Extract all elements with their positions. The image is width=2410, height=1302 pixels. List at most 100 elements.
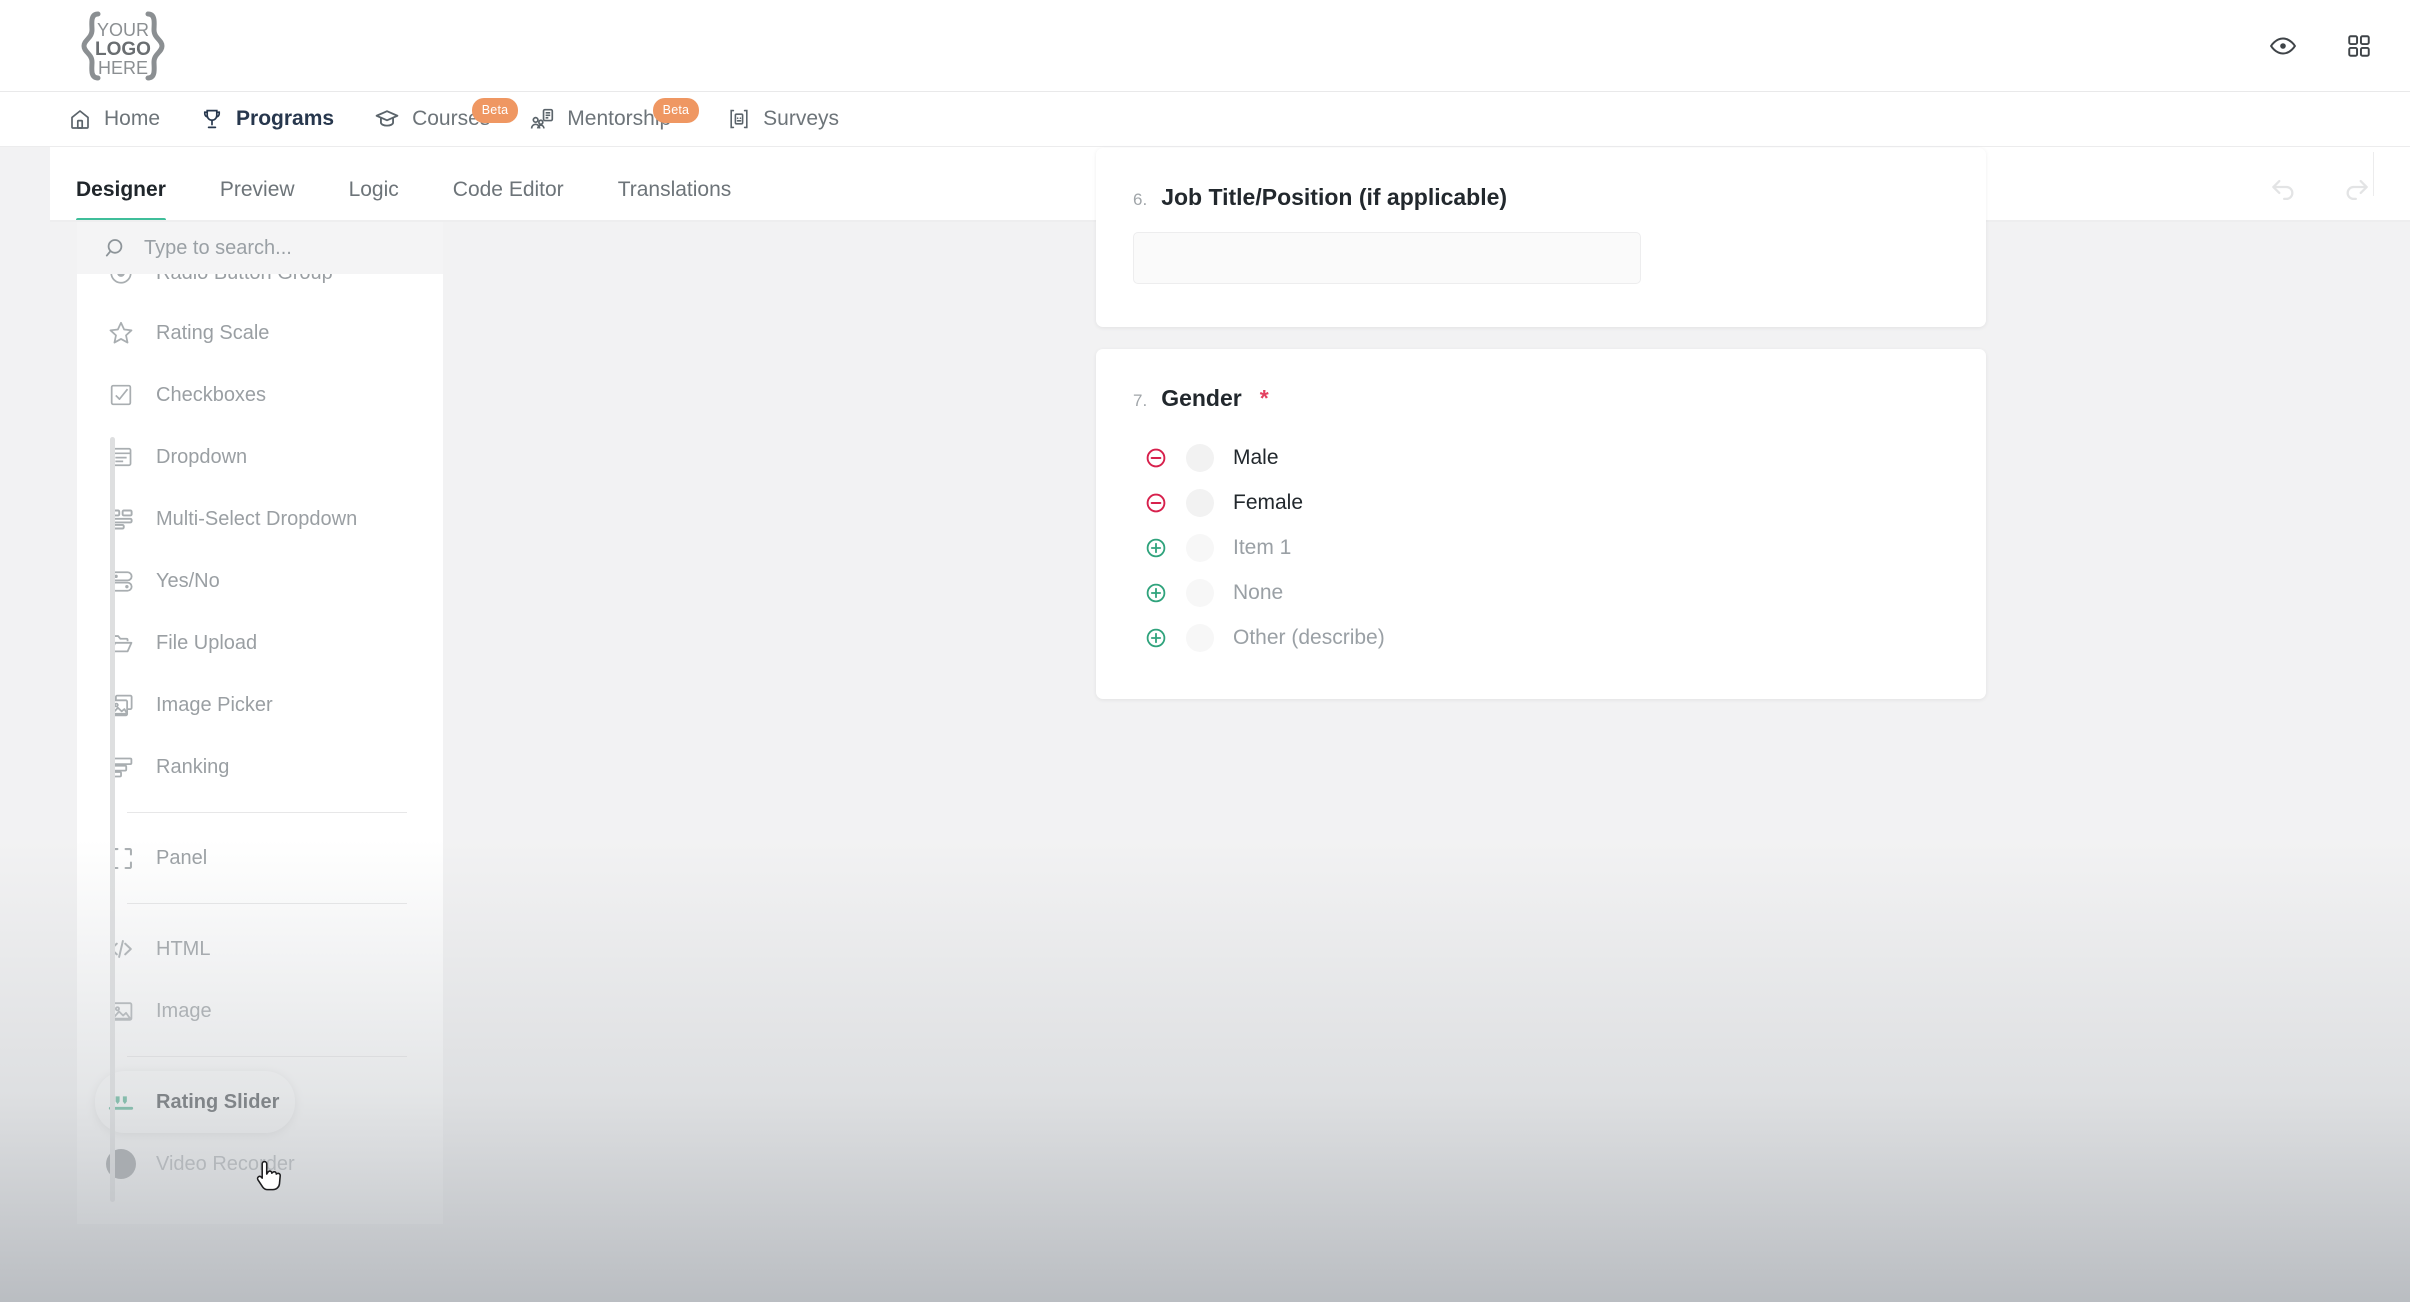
choice-label-male: Male [1233,446,1279,470]
badge-beta-courses: Beta [472,98,519,124]
toolbox-label-panel: Panel [156,847,207,870]
toolbox-item-image-picker[interactable]: Image Picker [77,674,443,736]
toolbox-label-ranking: Ranking [156,756,229,779]
choice-label-item-1: Item 1 [1233,536,1291,560]
choice-row-male[interactable]: Male [1144,435,1844,480]
top-bar-actions [2262,0,2380,92]
text-answer-input-6[interactable] [1133,232,1641,284]
add-choice-icon[interactable] [1144,581,1186,605]
choice-label-other: Other (describe) [1233,626,1385,650]
checkbox-icon [106,382,136,408]
main-navigation: Home Programs Courses Beta [0,92,2410,147]
toolbox-item-list: Radio Button Group Rating Scale [77,222,443,1224]
tab-preview[interactable]: Preview [220,178,295,222]
toolbox-item-file-upload[interactable]: File Upload [77,612,443,674]
radio-other[interactable] [1186,624,1214,652]
mentorship-icon [530,107,555,132]
nav-item-mentorship[interactable]: Mentorship Beta [530,92,671,147]
star-icon [106,319,136,347]
toolbox-label-image-picker: Image Picker [156,694,273,717]
toolbox-item-dropdown[interactable]: Dropdown [77,426,443,488]
add-choice-icon[interactable] [1144,536,1186,560]
logo-text-line1: YOUR [97,20,149,40]
question-card-gender[interactable]: 7. Gender * Male [1096,349,1986,699]
choice-row-female[interactable]: Female [1144,480,1844,525]
question-number-6: 6. [1133,190,1147,210]
undo-icon[interactable] [2266,172,2300,206]
badge-beta-mentorship: Beta [653,98,700,124]
remove-choice-icon[interactable] [1144,491,1186,515]
survey-canvas: 6. Job Title/Position (if applicable) 7.… [443,222,2410,1224]
toolbox-label-html: HTML [156,938,210,961]
trophy-icon [200,107,224,131]
choice-label-female: Female [1233,491,1303,515]
toolbox-item-checkboxes[interactable]: Checkboxes [77,364,443,426]
add-choice-icon[interactable] [1144,626,1186,650]
history-actions [2266,172,2374,206]
question-number-7: 7. [1133,391,1147,411]
home-icon [68,107,92,131]
apps-grid-icon[interactable] [2338,25,2380,67]
toolbox-label-image: Image [156,1000,212,1023]
question-title-6: Job Title/Position (if applicable) [1161,184,1507,211]
search-icon [104,236,128,260]
toolbox-divider-1 [127,812,407,813]
toolbox-item-yes-no[interactable]: Yes/No [77,550,443,612]
toolbox-divider-2 [127,903,407,904]
toolbox-label-rating-scale: Rating Scale [156,322,269,345]
toolbox-label-checkboxes: Checkboxes [156,384,266,407]
logo-text-line3: HERE [98,58,148,78]
nav-item-home[interactable]: Home [68,92,160,147]
toolbox-label-multi-select-dropdown: Multi-Select Dropdown [156,508,357,531]
toolbar-divider [2373,152,2374,196]
question-header-6: 6. Job Title/Position (if applicable) [1133,184,1507,211]
toolbox-item-panel[interactable]: Panel [77,827,443,889]
toolbox-label-rating-slider: Rating Slider [156,1091,279,1114]
toolbox-label-dropdown: Dropdown [156,446,247,469]
nav-item-courses[interactable]: Courses Beta [374,92,490,147]
toolbox-scrollbar[interactable] [110,437,115,1202]
choice-row-other[interactable]: Other (describe) [1144,615,1844,660]
tab-logic[interactable]: Logic [349,178,399,222]
mouse-cursor-pointer [252,1160,286,1205]
nav-label-programs: Programs [236,107,334,131]
tab-translations[interactable]: Translations [618,178,732,222]
toolbox-item-rating-scale[interactable]: Rating Scale [77,302,443,364]
nav-item-surveys[interactable]: Surveys [727,92,839,147]
toolbox-item-multi-select-dropdown[interactable]: Multi-Select Dropdown [77,488,443,550]
question-title-7: Gender [1161,385,1242,412]
toolbox-item-ranking[interactable]: Ranking [77,736,443,798]
toolbox-search-bar[interactable] [77,222,443,274]
toolbox-divider-3 [127,1056,407,1057]
tab-designer[interactable]: Designer [76,178,166,222]
search-input[interactable] [144,237,404,260]
question-header-7: 7. Gender * [1133,385,1269,412]
survey-icon [727,107,751,131]
designer-work-area: Radio Button Group Rating Scale [50,222,2410,1224]
toolbox-item-rating-slider[interactable]: Rating Slider [95,1071,295,1133]
nav-item-programs[interactable]: Programs [200,92,334,147]
required-asterisk-7: * [1260,385,1269,412]
nav-label-surveys: Surveys [763,107,839,131]
logo-text-line2: LOGO [95,39,151,60]
preview-eye-icon[interactable] [2262,25,2304,67]
radio-female[interactable] [1186,489,1214,517]
choice-list-gender: Male Female [1144,435,1844,660]
remove-choice-icon[interactable] [1144,446,1186,470]
choice-row-item-1[interactable]: Item 1 [1144,525,1844,570]
choice-row-none[interactable]: None [1144,570,1844,615]
graduation-icon [374,106,400,132]
choice-label-none: None [1233,581,1283,605]
nav-label-home: Home [104,107,160,131]
question-card-job-title[interactable]: 6. Job Title/Position (if applicable) [1096,148,1986,327]
redo-icon[interactable] [2340,172,2374,206]
radio-none[interactable] [1186,579,1214,607]
top-bar: YOUR LOGO HERE [0,0,2410,92]
radio-item-1[interactable] [1186,534,1214,562]
radio-male[interactable] [1186,444,1214,472]
toolbox-item-image[interactable]: Image [77,980,443,1042]
brand-logo[interactable]: YOUR LOGO HERE [68,8,178,84]
app-root: YOUR LOGO HERE [0,0,2410,1302]
tab-code-editor[interactable]: Code Editor [453,178,564,222]
toolbox-item-html[interactable]: HTML [77,918,443,980]
